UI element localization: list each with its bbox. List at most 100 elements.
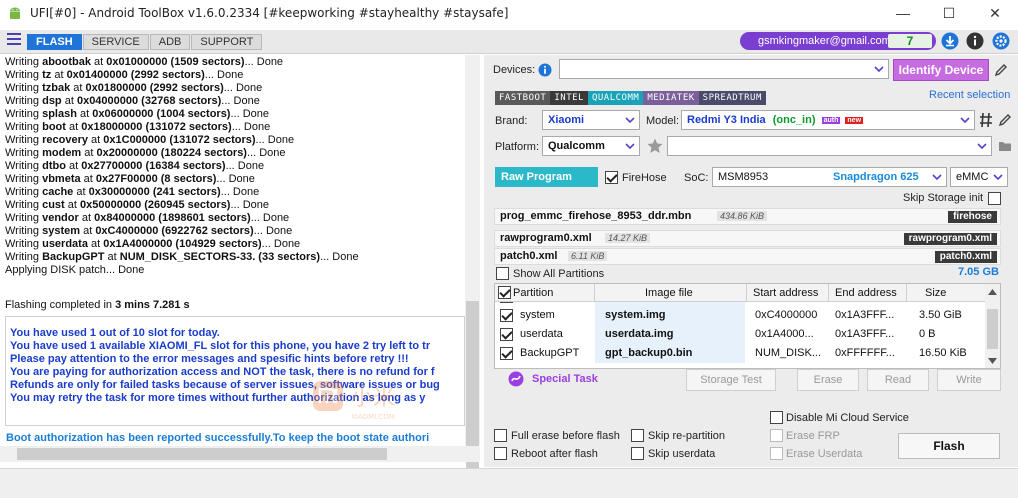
brand-select[interactable]: Xiaomi <box>542 110 640 130</box>
edit-icon[interactable] <box>998 112 1012 128</box>
chevron-down-icon <box>874 66 884 73</box>
rawprogram-file-row[interactable]: rawprogram0.xml 14.27 KiB rawprogram0.xm… <box>494 230 1001 247</box>
chevron-down-icon <box>977 143 987 150</box>
skip-repartition-checkbox[interactable] <box>631 429 644 442</box>
tab-service[interactable]: SERVICE <box>82 34 149 50</box>
partition-start: 0xC4000000 <box>755 309 818 321</box>
partition-image[interactable]: gpt_backup0.bin <box>605 347 692 359</box>
partition-checkbox[interactable] <box>500 347 513 360</box>
model-select[interactable]: Redmi Y3 India (onc_in) auth new <box>681 110 975 130</box>
erase-frp-label: Erase FRP <box>786 430 840 442</box>
log-line: Writing tz at 0x01400000 (2992 sectors).… <box>5 69 244 81</box>
total-size: 7.05 GB <box>958 266 999 278</box>
chevron-down-icon <box>625 117 635 124</box>
partition-end: 0x1A3FFF... <box>835 309 895 321</box>
log-horizontal-scrollbar[interactable] <box>0 446 480 462</box>
status-bar <box>0 468 1018 498</box>
firehose-label: FireHose <box>622 172 667 184</box>
flash-button[interactable]: Flash <box>898 433 1000 459</box>
raw-program-button[interactable]: Raw Program <box>495 167 598 187</box>
chipset-tab-intel[interactable]: INTEL <box>550 91 588 105</box>
auth-message-line: You have used 1 available XIAOMI_FL slot… <box>10 340 431 352</box>
special-task-icon[interactable] <box>508 371 524 387</box>
erase-userdata-checkbox[interactable] <box>770 447 783 460</box>
partition-row[interactable]: BackupGPT gpt_backup0.bin NUM_DISK... 0xFFF… <box>495 344 987 363</box>
chipset-tab-spreadtrum[interactable]: SPREADTRUM <box>698 91 766 105</box>
devices-select[interactable] <box>559 59 889 79</box>
partition-image[interactable]: userdata.img <box>605 328 673 340</box>
skip-userdata-checkbox[interactable] <box>631 447 644 460</box>
xiaomi-watermark: 小米 XIAOMI.COM <box>305 375 465 425</box>
chipset-tab-mediatek[interactable]: MEDIATEK <box>643 91 699 105</box>
log-line: Writing modem at 0x20000000 (180224 sect… <box>5 147 286 159</box>
hash-icon[interactable] <box>979 112 993 128</box>
partition-size: 16.50 KiB <box>919 347 967 359</box>
account-email: gsmkingmaker@gmail.com <box>758 35 891 47</box>
partition-table-scrollbar[interactable] <box>985 284 1000 368</box>
top-toolbar: FLASH SERVICE ADB SUPPORT gsmkingmaker@g… <box>0 30 1018 54</box>
read-button[interactable]: Read <box>867 369 929 391</box>
tab-support[interactable]: SUPPORT <box>191 34 263 50</box>
show-all-partitions-checkbox[interactable] <box>496 267 509 280</box>
tab-adb[interactable]: ADB <box>149 34 191 50</box>
download-icon[interactable] <box>941 32 959 50</box>
log-line: Writing cache at 0x30000000 (241 sectors… <box>5 186 260 198</box>
firehose-file-row[interactable]: prog_emmc_firehose_8953_ddr.mbn 434.86 K… <box>494 208 1001 225</box>
watermark-sub: XIAOMI.COM <box>351 413 395 421</box>
partition-checkbox[interactable] <box>500 309 513 322</box>
close-button[interactable]: ✕ <box>972 0 1018 26</box>
log-vertical-scrollbar[interactable] <box>465 55 480 479</box>
edit-icon[interactable] <box>994 63 1008 77</box>
partition-row[interactable]: userdata userdata.img 0x1A4000... 0x1A3FFF.… <box>495 325 987 344</box>
info-icon[interactable] <box>966 32 984 50</box>
firmware-select[interactable] <box>667 136 992 156</box>
log-line: Writing tzbak at 0x01800000 (2992 sector… <box>5 82 263 94</box>
boot-auth-line: Boot authorization has been reported suc… <box>6 432 430 444</box>
maximize-button[interactable]: ☐ <box>926 0 972 26</box>
col-size[interactable]: Size <box>925 287 946 299</box>
soc-select[interactable]: MSM8953 Snapdragon 625 <box>712 167 947 187</box>
star-icon[interactable] <box>646 137 664 155</box>
platform-select[interactable]: Qualcomm <box>542 136 640 156</box>
firehose-checkbox[interactable] <box>605 171 618 184</box>
reboot-after-checkbox[interactable] <box>494 447 507 460</box>
chevron-up-icon[interactable] <box>988 289 997 295</box>
tab-flash[interactable]: FLASH <box>27 34 82 50</box>
partition-start: 0x1A4000... <box>755 328 814 340</box>
recent-selection-link[interactable]: Recent selection <box>929 89 1010 101</box>
show-all-partitions-label: Show All Partitions <box>513 268 605 280</box>
storage-test-button[interactable]: Storage Test <box>686 369 776 391</box>
chipset-tab-qualcomm[interactable]: QUALCOMM <box>587 91 644 105</box>
platform-value: Qualcomm <box>548 140 605 152</box>
chipset-tab-fastboot[interactable]: FASTBOOT <box>495 91 551 105</box>
auth-message-line: You have used 1 out of 10 slot for today… <box>10 327 220 339</box>
minimize-button[interactable]: — <box>880 0 926 26</box>
col-end-address[interactable]: End address <box>835 287 897 299</box>
special-task-link[interactable]: Special Task <box>532 373 598 385</box>
folder-icon[interactable] <box>998 140 1012 152</box>
col-start-address[interactable]: Start address <box>753 287 818 299</box>
write-button[interactable]: Write <box>937 369 1001 391</box>
partition-checkbox[interactable] <box>500 328 513 341</box>
patch-file-row[interactable]: patch0.xml 6.11 KiB patch0.xml <box>494 248 1001 265</box>
col-image-file[interactable]: Image file <box>645 287 693 299</box>
account-badge[interactable]: gsmkingmaker@gmail.com 7 <box>740 32 936 50</box>
identify-device-button[interactable]: Identify Device <box>893 59 989 81</box>
select-all-checkbox[interactable] <box>498 286 511 299</box>
menu-icon[interactable] <box>7 33 21 47</box>
info-icon[interactable] <box>538 63 552 77</box>
erase-button[interactable]: Erase <box>797 369 859 391</box>
partition-row[interactable]: system system.img 0xC4000000 0x1A3FFF... 3.5… <box>495 306 987 325</box>
chevron-down-icon <box>960 117 970 124</box>
disable-micloud-label: Disable Mi Cloud Service <box>786 412 909 424</box>
gear-icon[interactable] <box>992 32 1010 50</box>
partition-image[interactable]: system.img <box>605 309 666 321</box>
skip-storage-checkbox[interactable] <box>988 192 1001 205</box>
full-erase-checkbox[interactable] <box>494 429 507 442</box>
erase-frp-checkbox[interactable] <box>770 429 783 442</box>
col-partition[interactable]: Partition <box>513 287 553 299</box>
storage-type-select[interactable]: eMMC <box>950 167 1008 187</box>
disable-micloud-checkbox[interactable] <box>770 411 783 424</box>
partition-name: BackupGPT <box>520 347 580 359</box>
chevron-down-icon[interactable] <box>988 358 997 364</box>
